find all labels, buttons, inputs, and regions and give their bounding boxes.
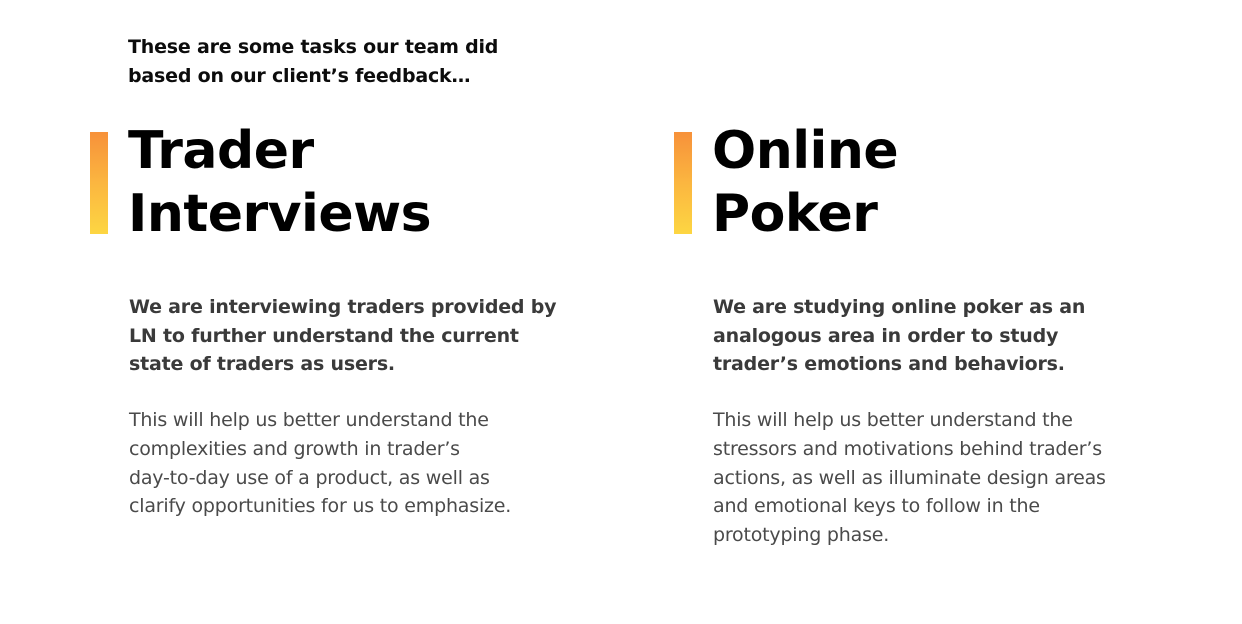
accent-bar <box>674 132 692 234</box>
card-body-line: complexities and growth in trader’s <box>129 437 460 460</box>
card-body-line: clarify opportunities for us to emphasiz… <box>129 495 512 518</box>
card-lead-line: We are studying online poker as an <box>713 296 1086 318</box>
card-title-line: Trader <box>128 121 314 181</box>
card-title-line: Poker <box>712 184 878 244</box>
card-title: Online Poker <box>712 120 1192 246</box>
intro-text: These are some tasks our team did based … <box>128 33 548 91</box>
card-lead-line: We are interviewing traders provided by <box>129 296 557 318</box>
card-lead: We are interviewing traders provided by … <box>129 293 569 379</box>
card-lead: We are studying online poker as an analo… <box>713 293 1153 379</box>
card-lead-line: analogous area in order to study <box>713 324 1059 347</box>
card-title-line: Interviews <box>128 184 432 244</box>
card-title-line: Online <box>712 121 899 181</box>
accent-bar <box>90 132 108 234</box>
card-body-line: This will help us better understand the <box>129 409 489 431</box>
intro-line: These are some tasks our team did <box>128 36 499 58</box>
card-lead-line: state of traders as users. <box>129 353 395 375</box>
card-body: This will help us better understand the … <box>129 406 569 521</box>
card-body-line: day-to-day use of a product, as well as <box>129 466 490 489</box>
card-lead-line: LN to further understand the current <box>129 324 519 347</box>
card-body-line: actions, as well as illuminate design ar… <box>713 466 1106 489</box>
card-lead-line: trader’s emotions and behaviors. <box>713 353 1065 375</box>
intro-line: based on our client’s feedback… <box>128 65 471 87</box>
card-title: Trader Interviews <box>128 120 608 246</box>
card-body-line: stressors and motivations behind trader’… <box>713 437 1102 460</box>
card-body-line: This will help us better understand the <box>713 409 1073 431</box>
card-body: This will help us better understand the … <box>713 406 1153 550</box>
card-body-line: prototyping phase. <box>713 524 890 547</box>
card-body-line: and emotional keys to follow in the <box>713 495 1040 518</box>
